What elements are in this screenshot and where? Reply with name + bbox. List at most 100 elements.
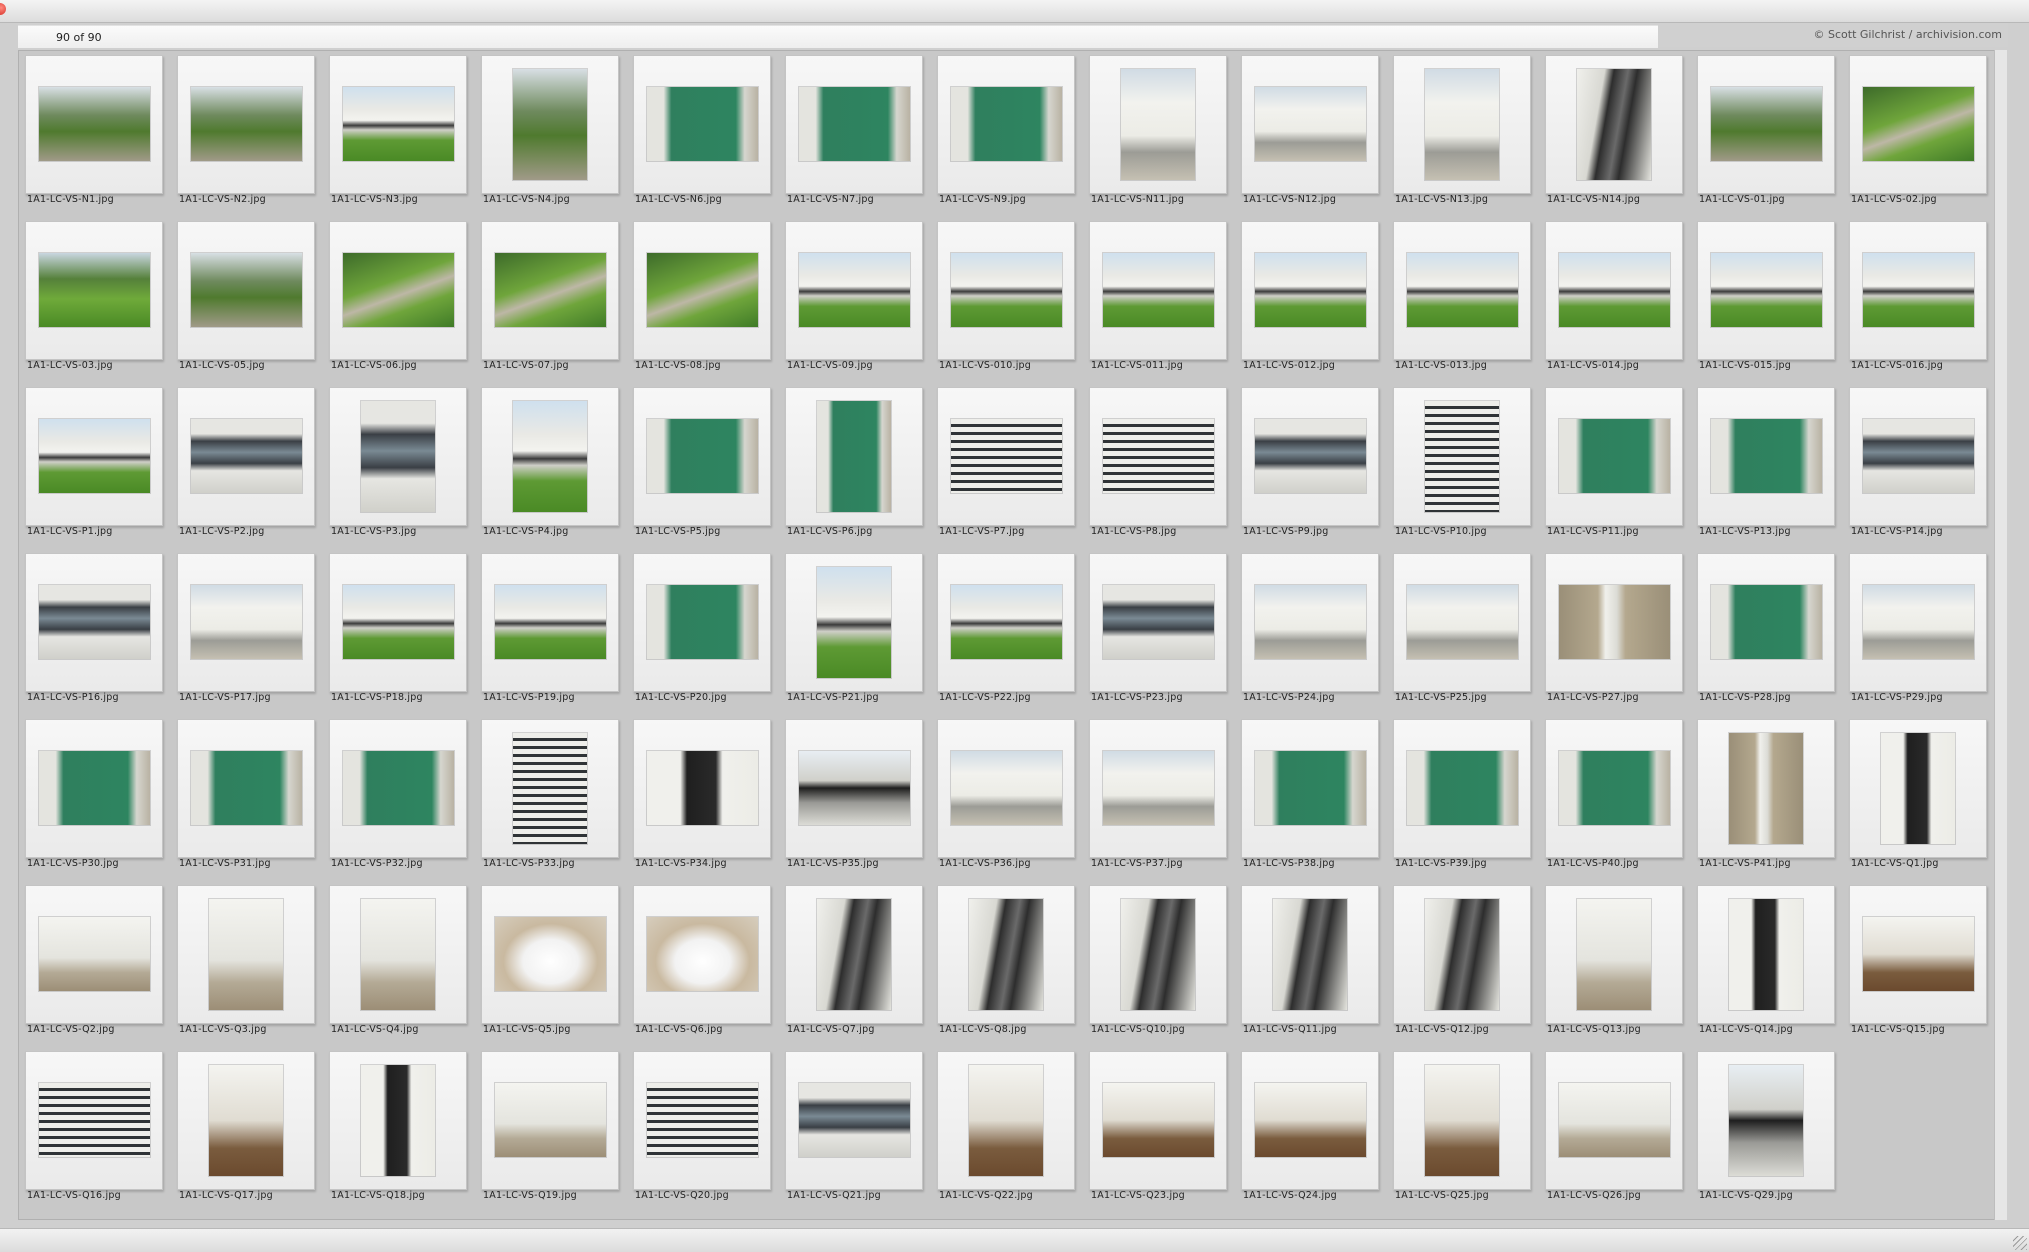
slide-mount[interactable] — [329, 1051, 467, 1190]
thumbnail-item[interactable]: 1A1-LC-VS-P20.jpg — [627, 549, 779, 715]
slide-mount[interactable] — [937, 221, 1075, 360]
thumbnail-image[interactable] — [1559, 751, 1670, 825]
slide-mount[interactable] — [1241, 1051, 1379, 1190]
thumbnail-image[interactable] — [495, 253, 606, 327]
slide-mount[interactable] — [481, 387, 619, 526]
thumbnail-item[interactable]: 1A1-LC-VS-Q5.jpg — [475, 881, 627, 1047]
slide-mount[interactable] — [329, 55, 467, 194]
thumbnail-item[interactable]: 1A1-LC-VS-N12.jpg — [1235, 51, 1387, 217]
thumbnail-image[interactable] — [495, 1083, 606, 1157]
thumbnail-image[interactable] — [1863, 585, 1974, 659]
thumbnail-image[interactable] — [647, 751, 758, 825]
thumbnail-image[interactable] — [647, 585, 758, 659]
thumbnail-item[interactable]: 1A1-LC-VS-P3.jpg — [323, 383, 475, 549]
thumbnail-item[interactable]: 1A1-LC-VS-Q17.jpg — [171, 1047, 323, 1213]
thumbnail-item[interactable]: 1A1-LC-VS-Q21.jpg — [779, 1047, 931, 1213]
thumbnail-item[interactable]: 1A1-LC-VS-Q15.jpg — [1843, 881, 1995, 1047]
thumbnail-item[interactable]: 1A1-LC-VS-Q18.jpg — [323, 1047, 475, 1213]
resize-grip-icon[interactable] — [2013, 1236, 2027, 1250]
thumbnail-item[interactable]: 1A1-LC-VS-P7.jpg — [931, 383, 1083, 549]
slide-mount[interactable] — [177, 387, 315, 526]
thumbnail-image[interactable] — [799, 1083, 910, 1157]
slide-mount[interactable] — [1241, 719, 1379, 858]
thumbnail-item[interactable]: 1A1-LC-VS-014.jpg — [1539, 217, 1691, 383]
slide-mount[interactable] — [1545, 387, 1683, 526]
slide-mount[interactable] — [785, 221, 923, 360]
thumbnail-item[interactable]: 1A1-LC-VS-06.jpg — [323, 217, 475, 383]
thumbnail-image[interactable] — [39, 419, 150, 493]
thumbnail-item[interactable]: 1A1-LC-VS-P10.jpg — [1387, 383, 1539, 549]
thumbnail-item[interactable]: 1A1-LC-VS-P24.jpg — [1235, 549, 1387, 715]
slide-mount[interactable] — [329, 885, 467, 1024]
thumbnail-item[interactable]: 1A1-LC-VS-Q16.jpg — [19, 1047, 171, 1213]
thumbnail-image[interactable] — [1121, 899, 1195, 1010]
thumbnail-image[interactable] — [495, 585, 606, 659]
slide-mount[interactable] — [785, 55, 923, 194]
thumbnail-item[interactable]: 1A1-LC-VS-P16.jpg — [19, 549, 171, 715]
thumbnail-item[interactable]: 1A1-LC-VS-Q23.jpg — [1083, 1047, 1235, 1213]
slide-mount[interactable] — [1089, 221, 1227, 360]
slide-mount[interactable] — [1545, 885, 1683, 1024]
slide-mount[interactable] — [177, 55, 315, 194]
slide-mount[interactable] — [1393, 387, 1531, 526]
thumbnail-item[interactable]: 1A1-LC-VS-P23.jpg — [1083, 549, 1235, 715]
thumbnail-item[interactable]: 1A1-LC-VS-N2.jpg — [171, 51, 323, 217]
thumbnail-image[interactable] — [1711, 585, 1822, 659]
thumbnail-item[interactable]: 1A1-LC-VS-P19.jpg — [475, 549, 627, 715]
thumbnail-image[interactable] — [1559, 419, 1670, 493]
slide-mount[interactable] — [177, 719, 315, 858]
slide-mount[interactable] — [937, 553, 1075, 692]
thumbnail-image[interactable] — [1425, 1065, 1499, 1176]
thumbnail-image[interactable] — [1121, 69, 1195, 180]
slide-mount[interactable] — [1697, 1051, 1835, 1190]
thumbnail-item[interactable]: 1A1-LC-VS-N3.jpg — [323, 51, 475, 217]
slide-mount[interactable] — [1697, 387, 1835, 526]
thumbnail-image[interactable] — [951, 87, 1062, 161]
thumbnail-item[interactable]: 1A1-LC-VS-P6.jpg — [779, 383, 931, 549]
slide-mount[interactable] — [481, 1051, 619, 1190]
thumbnail-image[interactable] — [343, 751, 454, 825]
thumbnail-image[interactable] — [191, 585, 302, 659]
thumbnail-item[interactable]: 1A1-LC-VS-Q25.jpg — [1387, 1047, 1539, 1213]
thumbnail-image[interactable] — [39, 253, 150, 327]
thumbnail-image[interactable] — [799, 87, 910, 161]
thumbnail-item[interactable]: 1A1-LC-VS-Q3.jpg — [171, 881, 323, 1047]
slide-mount[interactable] — [1393, 885, 1531, 1024]
thumbnail-image[interactable] — [1729, 899, 1803, 1010]
slide-mount[interactable] — [937, 55, 1075, 194]
thumbnail-item[interactable]: 1A1-LC-VS-Q2.jpg — [19, 881, 171, 1047]
thumbnail-item[interactable]: 1A1-LC-VS-P21.jpg — [779, 549, 931, 715]
thumbnail-image[interactable] — [343, 585, 454, 659]
slide-mount[interactable] — [1849, 221, 1987, 360]
thumbnail-item[interactable]: 1A1-LC-VS-016.jpg — [1843, 217, 1995, 383]
thumbnail-item[interactable]: 1A1-LC-VS-P9.jpg — [1235, 383, 1387, 549]
slide-mount[interactable] — [481, 885, 619, 1024]
thumbnail-item[interactable]: 1A1-LC-VS-015.jpg — [1691, 217, 1843, 383]
slide-mount[interactable] — [937, 719, 1075, 858]
thumbnail-item[interactable]: 1A1-LC-VS-Q26.jpg — [1539, 1047, 1691, 1213]
thumbnail-item[interactable]: 1A1-LC-VS-01.jpg — [1691, 51, 1843, 217]
thumbnail-item[interactable]: 1A1-LC-VS-08.jpg — [627, 217, 779, 383]
thumbnail-image[interactable] — [1559, 585, 1670, 659]
thumbnail-item[interactable]: 1A1-LC-VS-P39.jpg — [1387, 715, 1539, 881]
thumbnail-image[interactable] — [1729, 733, 1803, 844]
thumbnail-image[interactable] — [817, 567, 891, 678]
thumbnail-item[interactable]: 1A1-LC-VS-P30.jpg — [19, 715, 171, 881]
thumbnail-image[interactable] — [1255, 419, 1366, 493]
thumbnail-image[interactable] — [361, 1065, 435, 1176]
slide-mount[interactable] — [1545, 1051, 1683, 1190]
slide-mount[interactable] — [1393, 1051, 1531, 1190]
thumbnail-item[interactable]: 1A1-LC-VS-Q19.jpg — [475, 1047, 627, 1213]
thumbnail-image[interactable] — [1103, 585, 1214, 659]
slide-mount[interactable] — [633, 1051, 771, 1190]
slide-mount[interactable] — [633, 55, 771, 194]
slide-mount[interactable] — [1393, 55, 1531, 194]
thumbnail-image[interactable] — [1577, 69, 1651, 180]
thumbnail-image[interactable] — [817, 899, 891, 1010]
thumbnail-item[interactable]: 1A1-LC-VS-P5.jpg — [627, 383, 779, 549]
slide-mount[interactable] — [1849, 719, 1987, 858]
thumbnail-image[interactable] — [361, 899, 435, 1010]
thumbnail-item[interactable]: 1A1-LC-VS-P18.jpg — [323, 549, 475, 715]
slide-mount[interactable] — [1089, 387, 1227, 526]
close-window-icon[interactable] — [0, 3, 6, 15]
